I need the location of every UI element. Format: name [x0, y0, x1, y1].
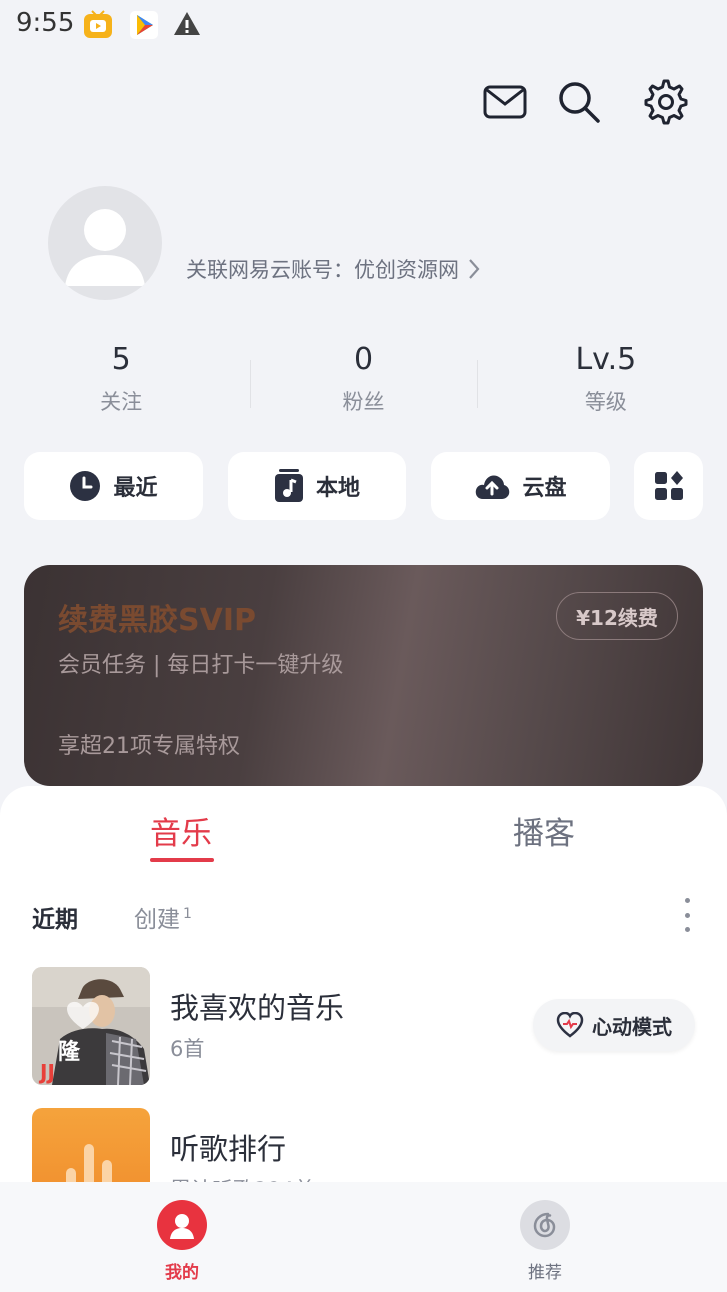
local-button[interactable]: 本地 — [228, 452, 406, 520]
created-count: 1 — [183, 906, 192, 923]
stat-value: 5 — [111, 342, 131, 377]
tv-app-icon — [82, 9, 114, 41]
search-button[interactable] — [555, 78, 603, 126]
more-options-button[interactable] — [677, 898, 697, 932]
heartbeat-mode-button[interactable]: 心动模式 — [533, 999, 695, 1051]
more-dot — [684, 927, 690, 932]
vip-title: 续费黑胶SVIP — [58, 603, 256, 638]
ranking-cover-image — [32, 1108, 150, 1186]
play-store-icon — [128, 9, 160, 41]
divider — [477, 360, 478, 408]
netease-music-icon — [520, 1200, 570, 1250]
cloud-upload-icon — [476, 475, 510, 499]
default-avatar-icon — [65, 209, 145, 286]
nav-recommend-label: 推荐 — [528, 1263, 562, 1283]
heartbeat-label: 心动模式 — [592, 1014, 672, 1039]
stat-level[interactable]: Lv.5 等级 — [485, 340, 727, 430]
playlist-item-liked[interactable]: JJ 隆 我喜欢的音乐 6首 心动模式 — [32, 967, 695, 1085]
divider — [250, 360, 251, 408]
nav-mine-label: 我的 — [165, 1263, 199, 1283]
more-dot — [684, 898, 690, 903]
recent-label: 最近 — [113, 476, 158, 501]
liked-cover-image: JJ 隆 — [32, 967, 150, 1085]
status-bar: 9:55 — [0, 0, 727, 50]
local-label: 本地 — [315, 476, 360, 501]
svg-text:隆: 隆 — [58, 1040, 81, 1065]
user-icon — [157, 1200, 207, 1250]
music-file-icon — [274, 469, 303, 502]
stat-following[interactable]: 5 关注 — [0, 340, 242, 430]
avatar[interactable] — [48, 186, 162, 300]
account-link[interactable]: 关联网易云账号：优创资源网 — [186, 254, 481, 284]
playlist-item-ranking[interactable]: 听歌排行 累计听歌294首 — [32, 1108, 695, 1186]
account-link-text: 关联网易云账号：优创资源网 — [186, 258, 459, 282]
bottom-nav: 我的 推荐 — [0, 1182, 727, 1292]
stat-value: Lv.5 — [575, 342, 637, 377]
stat-label: 粉丝 — [342, 390, 385, 414]
subtab-created[interactable]: 创建 1 — [134, 900, 192, 934]
playlist-count: 6首 — [170, 1037, 205, 1061]
cloud-label: 云盘 — [522, 476, 567, 501]
vip-footer: 享超21项专属特权 — [58, 734, 240, 759]
mail-button[interactable] — [481, 78, 529, 126]
more-dot — [684, 912, 690, 918]
svg-text:JJ: JJ — [38, 1060, 55, 1084]
chevron-right-icon — [469, 259, 480, 279]
vip-card[interactable]: 续费黑胶SVIP 会员任务 | 每日打卡一键升级 享超21项专属特权 ¥12续费 — [24, 565, 703, 786]
settings-button[interactable] — [642, 78, 690, 126]
warning-icon — [172, 9, 204, 41]
vip-subtitle: 会员任务 | 每日打卡一键升级 — [58, 653, 344, 678]
cloud-button[interactable]: 云盘 — [431, 452, 610, 520]
clock-icon — [70, 471, 101, 501]
stat-value: 0 — [353, 342, 374, 377]
more-apps-button[interactable] — [634, 452, 703, 520]
playlist-title: 听歌排行 — [170, 1132, 287, 1166]
status-time: 9:55 — [16, 8, 75, 38]
heartbeat-icon — [556, 1012, 584, 1038]
recent-button[interactable]: 最近 — [24, 452, 203, 520]
search-icon — [559, 82, 600, 123]
gear-icon — [644, 79, 688, 125]
tab-podcast[interactable]: 播客 — [513, 808, 575, 853]
subtab-created-label: 创建 — [134, 907, 180, 933]
stat-followers[interactable]: 0 粉丝 — [242, 340, 484, 430]
tab-indicator — [150, 858, 214, 862]
subtab-recent[interactable]: 近期 — [32, 900, 78, 934]
playlist-title: 我喜欢的音乐 — [170, 991, 345, 1025]
stats-row: 5 关注 0 粉丝 Lv.5 等级 — [0, 340, 727, 430]
stat-label: 关注 — [100, 390, 143, 414]
stat-label: 等级 — [584, 390, 627, 414]
tab-music[interactable]: 音乐 — [150, 808, 212, 853]
renew-button[interactable]: ¥12续费 — [556, 592, 678, 640]
mail-icon — [483, 85, 527, 119]
music-sheet: 音乐 播客 近期 创建 1 JJ 隆 我喜欢的音乐 6首 心动模式 听歌排行 — [0, 786, 727, 1186]
nav-recommend[interactable]: 推荐 — [505, 1200, 585, 1283]
grid-icon — [654, 471, 683, 500]
nav-mine[interactable]: 我的 — [142, 1200, 222, 1283]
